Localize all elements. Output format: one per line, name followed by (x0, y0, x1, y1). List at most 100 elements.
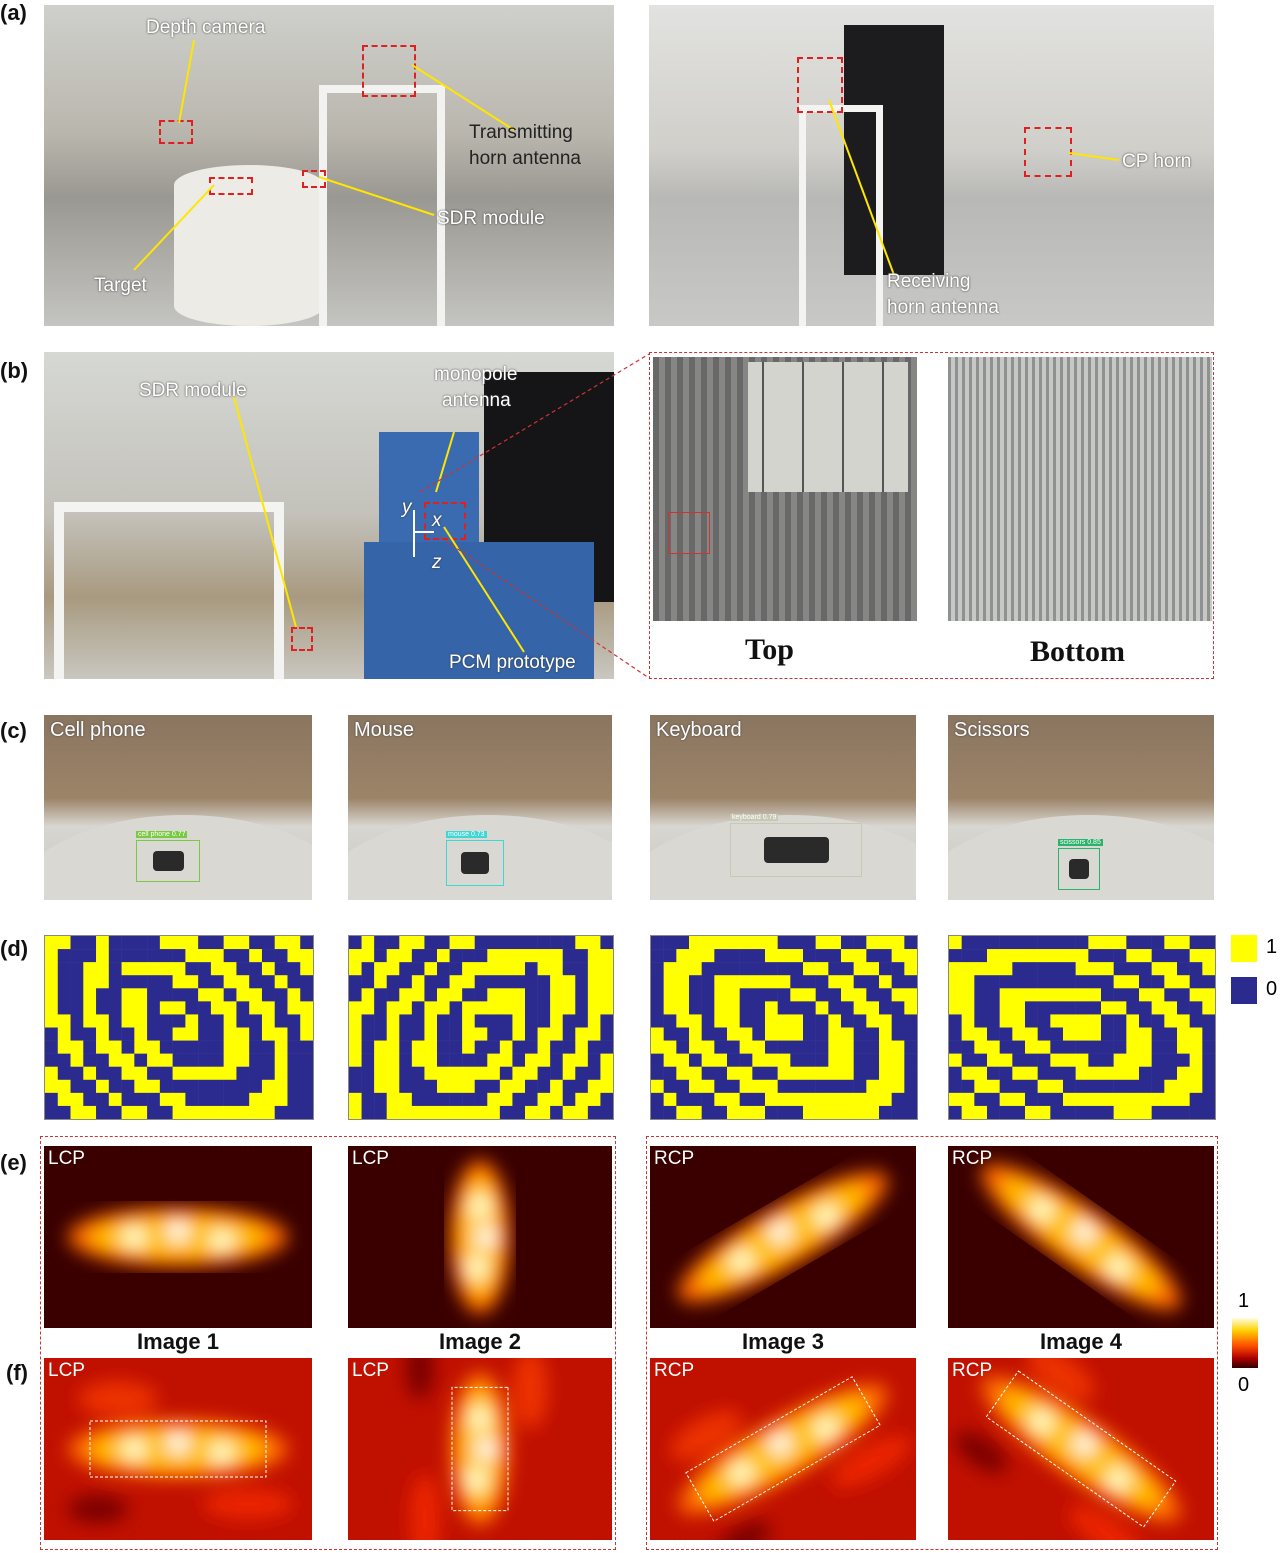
coding-cell (1139, 1040, 1152, 1054)
coding-cell (714, 975, 728, 989)
coding-cell (1139, 975, 1152, 989)
coding-cell (121, 1027, 135, 1041)
coding-cell (879, 1053, 892, 1067)
coding-cell (1063, 1014, 1076, 1028)
coding-cell (562, 1066, 576, 1081)
coding-cell (1189, 1066, 1203, 1081)
coding-cell (1139, 1053, 1152, 1067)
coding-cell (739, 936, 753, 950)
coding-cell (57, 1105, 71, 1120)
coding-cell (600, 988, 614, 1002)
coding-cell (663, 1079, 677, 1094)
coding-cell (210, 1066, 224, 1081)
coding-cell (374, 949, 387, 963)
coding-cell (386, 1105, 400, 1120)
coding-cell (525, 1027, 538, 1041)
coding-cell (727, 1053, 740, 1067)
coding-cell (1113, 975, 1127, 989)
coding-cell (261, 1092, 275, 1107)
coding-cell (96, 1053, 110, 1067)
object (763, 837, 829, 863)
coding-cell (147, 1014, 161, 1028)
coding-cell (1189, 1105, 1203, 1120)
coding-cell (752, 949, 766, 963)
coding-cell (512, 1027, 526, 1041)
coding-cell (121, 1053, 135, 1067)
coding-cell (525, 1001, 538, 1015)
coding-cell (676, 1001, 690, 1015)
panel-label-f: (f) (6, 1360, 28, 1385)
coding-cell (1075, 1092, 1089, 1107)
coding-cell (714, 1079, 728, 1094)
coding-cell (537, 1079, 551, 1094)
coding-cell (1164, 1079, 1178, 1094)
coding-cell (437, 1105, 450, 1120)
coding-cell (904, 1105, 918, 1120)
coding-cell (949, 949, 962, 963)
coding-cell (651, 1105, 664, 1120)
coding-cell (1164, 1053, 1178, 1067)
object-name: Mouse (354, 719, 415, 741)
coding-cell (108, 1053, 122, 1067)
coding-cell (866, 1040, 880, 1054)
coding-cell (57, 936, 71, 950)
coding-cell (815, 1105, 829, 1120)
coding-cell (287, 988, 301, 1002)
coding-cell (172, 1092, 186, 1107)
coding-cell (1126, 975, 1140, 989)
coding-cell (1037, 988, 1051, 1002)
coding-cell (587, 949, 601, 963)
coding-cell (386, 1040, 400, 1054)
coding-cell (841, 1014, 854, 1028)
coding-cell (676, 1014, 690, 1028)
coding-cell (83, 988, 97, 1002)
coding-cell (399, 1014, 413, 1028)
coding-cell (587, 936, 601, 950)
coding-cell (803, 962, 816, 976)
coding-cell (1075, 1105, 1089, 1120)
coding-cell (1050, 975, 1064, 989)
coding-cell (701, 1014, 715, 1028)
coding-cell (1075, 988, 1089, 1002)
coding-cell (550, 975, 563, 989)
coding-cell (1164, 1040, 1178, 1054)
coding-cell (249, 949, 263, 963)
coding-cell (185, 962, 199, 976)
coding-cell (300, 1040, 314, 1054)
coding-cell (399, 962, 413, 976)
coding-cell (1126, 1066, 1140, 1081)
object-name: Scissors (954, 719, 1030, 741)
coding-cell (236, 949, 250, 963)
coding-cell (1113, 1014, 1127, 1028)
coding-cell (949, 962, 962, 976)
coding-cell (1063, 1079, 1076, 1094)
coding-cell (361, 1040, 375, 1054)
coding-cell (828, 1001, 842, 1015)
coding-cell (474, 1066, 488, 1081)
coding-cell (949, 1040, 962, 1054)
coding-cell (57, 975, 71, 989)
coding-cell (449, 936, 463, 950)
coding-cell (1151, 1001, 1165, 1015)
coding-cell (739, 1040, 753, 1054)
coding-cell (1025, 949, 1038, 963)
coding-cell (974, 1040, 988, 1054)
coding-cell (159, 1001, 173, 1015)
coding-cell (537, 936, 551, 950)
coding-cell (815, 1053, 829, 1067)
coding-cell (1088, 962, 1102, 976)
coding-cell (739, 975, 753, 989)
coding-cell (185, 1027, 199, 1041)
reconstructed-image: LCP (44, 1146, 312, 1328)
annotation-tx-1: Transmitting (469, 122, 573, 143)
coding-cell (300, 1001, 314, 1015)
coding-cell (361, 1079, 375, 1094)
coding-cell (1164, 988, 1178, 1002)
coding-cell (462, 1053, 475, 1067)
coding-cell (45, 949, 59, 963)
coding-cell (727, 1001, 740, 1015)
coding-cell (45, 1040, 59, 1054)
coding-cell (70, 975, 84, 989)
pcm-top-photo (653, 357, 917, 621)
coding-cell (185, 1092, 199, 1107)
